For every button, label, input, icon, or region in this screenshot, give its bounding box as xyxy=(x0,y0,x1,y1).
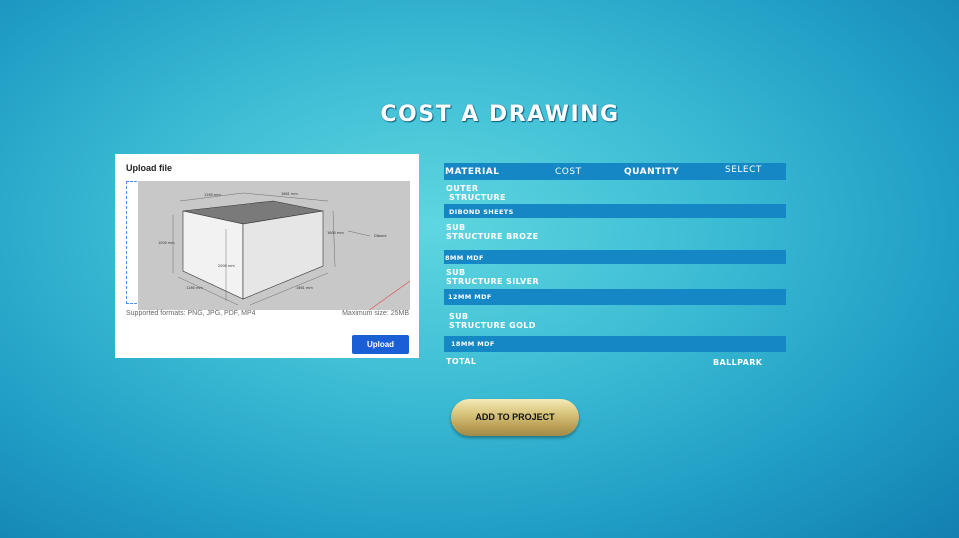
header-material: MATERIAL xyxy=(445,167,500,177)
material-option-label: 8MM MDF xyxy=(445,254,484,262)
header-select: SELECT xyxy=(725,165,762,175)
dim-label: Dibond xyxy=(374,234,386,238)
material-option-row[interactable]: 18MM MDF xyxy=(444,336,786,352)
dim-label: 1000 mm xyxy=(158,241,175,245)
material-option-row[interactable]: DIBOND SHEETS xyxy=(444,204,786,218)
header-quantity: QUANTITY xyxy=(624,167,680,177)
row-label-outer-structure: OUTER STRUCTURE xyxy=(446,184,506,202)
upload-button[interactable]: Upload xyxy=(352,335,409,354)
add-to-project-button[interactable]: ADD TO PROJECT xyxy=(451,399,579,436)
material-option-label: 12MM MDF xyxy=(448,293,492,301)
dim-label: 1280 mm xyxy=(186,286,203,290)
row-label-sub-structure-silver: SUB STRUCTURE SILVER xyxy=(446,268,540,286)
ballpark-label: BALLPARK xyxy=(713,358,763,367)
material-option-row[interactable]: 12MM MDF xyxy=(444,289,786,305)
uploaded-drawing-preview: 1280 mm 1661 mm 1000 mm 1600 mm 2000 mm … xyxy=(138,181,410,310)
table-header-row: MATERIAL COST QUANTITY SELECT xyxy=(444,163,786,180)
dim-label: 1600 mm xyxy=(327,231,344,235)
material-option-label: 18MM MDF xyxy=(451,340,495,348)
dim-label: 1280 mm xyxy=(204,193,221,197)
row-label-sub-structure-gold: SUB STRUCTURE GOLD xyxy=(449,312,536,330)
row-label-sub-structure-broze: SUB STRUCTURE BROZE xyxy=(446,223,539,241)
dim-label: 2000 mm xyxy=(218,264,235,268)
dim-label: 1661 mm xyxy=(281,192,298,196)
max-size-text: Maximum size: 25MB xyxy=(342,310,409,317)
header-cost: COST xyxy=(555,167,582,177)
supported-formats-text: Supported formats: PNG, JPG, PDF, MP4 xyxy=(126,310,256,317)
page-title: COST A DRAWING xyxy=(380,102,620,127)
material-option-label: DIBOND SHEETS xyxy=(449,208,514,216)
total-label: TOTAL xyxy=(446,357,477,366)
upload-card-heading: Upload file xyxy=(126,163,173,173)
material-option-row[interactable]: 8MM MDF xyxy=(444,250,786,264)
upload-card: Upload file 1280 mm 1661 mm 1000 mm 1600… xyxy=(115,154,419,358)
dim-label: 1661 mm xyxy=(296,286,313,290)
